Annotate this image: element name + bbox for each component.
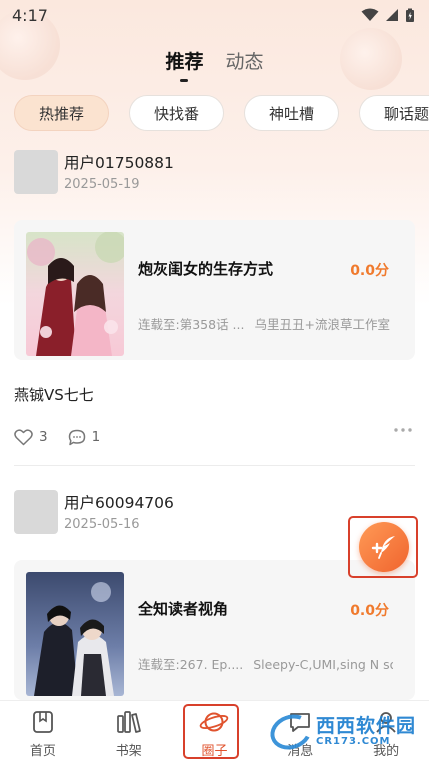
comic-progress: 连载至:第358话 ...: [138, 317, 245, 332]
nav-home[interactable]: 首页: [0, 701, 86, 763]
chip-find-anime[interactable]: 快找番: [129, 95, 225, 131]
status-icons: [361, 8, 415, 23]
comic-cover-art: [26, 232, 124, 356]
bookshelf-icon: [116, 709, 142, 735]
chip-hot-recommend[interactable]: 热推荐: [14, 95, 110, 131]
comment-count: 1: [91, 429, 101, 445]
comic-cover: [26, 572, 124, 696]
comment-button[interactable]: 1: [68, 429, 101, 446]
comic-cover: [26, 232, 124, 356]
more-options-icon[interactable]: [393, 427, 413, 433]
status-time: 4:17: [12, 5, 48, 25]
feather-pen-icon: [371, 536, 395, 559]
category-chips: 热推荐 快找番 神吐槽 聊话题: [14, 95, 429, 131]
tab-dynamic[interactable]: 动态: [226, 47, 264, 74]
fab-highlight-frame: [348, 516, 418, 578]
comic-authors: Sleepy-C,UMI,sing N song: [253, 657, 393, 672]
post-feed: 用户01750881 2025-05-19 炮灰闺女的生存方式 0.0分 连载至…: [0, 150, 429, 700]
message-icon: [288, 709, 312, 735]
comic-info: 连载至:267. Ep.... Sleepy-C,UMI,sing N song: [138, 654, 393, 673]
comic-score: 0.0分: [350, 603, 389, 619]
like-button[interactable]: 3: [14, 428, 48, 446]
username[interactable]: 用户60094706: [64, 491, 174, 513]
heart-icon: [14, 428, 33, 445]
app-screen: 4:17 推荐 动态 热推荐 快找番 神吐槽 聊话题 用户01750881 20…: [0, 0, 429, 763]
top-tabs: 推荐 动态: [0, 40, 429, 82]
planet-icon: [199, 709, 229, 735]
post-header: 用户01750881 2025-05-19: [14, 150, 415, 196]
nav-bookshelf[interactable]: 书架: [86, 701, 172, 763]
profile-icon: [374, 709, 398, 735]
avatar[interactable]: [14, 150, 58, 194]
avatar[interactable]: [14, 490, 58, 534]
comic-card[interactable]: 全知读者视角 0.0分 连载至:267. Ep.... Sleepy-C,UMI,…: [14, 560, 415, 700]
nav-label-message: 消息: [287, 744, 314, 759]
user-meta: 用户60094706 2025-05-16: [64, 490, 174, 532]
comic-progress: 连载至:267. Ep....: [138, 657, 244, 672]
signal-icon: [386, 9, 398, 21]
bottom-nav: 首页 书架 圈子 消息 我的: [0, 700, 429, 763]
username[interactable]: 用户01750881: [64, 151, 174, 173]
comic-card[interactable]: 炮灰闺女的生存方式 0.0分 连载至:第358话 ... 乌里丑丑+流浪草工作室: [14, 220, 415, 360]
status-bar: 4:17: [0, 0, 429, 30]
nav-label-bookshelf: 书架: [115, 744, 142, 759]
comic-info: 连载至:第358话 ... 乌里丑丑+流浪草工作室: [138, 314, 393, 333]
nav-label-profile: 我的: [373, 744, 400, 759]
chip-roast[interactable]: 神吐槽: [244, 95, 340, 131]
comic-authors: 乌里丑丑+流浪草工作室: [254, 317, 390, 332]
post-divider: [14, 465, 415, 466]
post-date: 2025-05-19: [64, 177, 140, 192]
nav-label-home: 首页: [29, 744, 56, 759]
post-actions: 3 1: [14, 425, 415, 449]
battery-icon: [406, 8, 414, 22]
comment-bubble-icon: [68, 429, 85, 445]
nav-profile[interactable]: 我的: [343, 701, 429, 763]
create-post-button[interactable]: [359, 522, 409, 572]
like-count: 3: [39, 429, 48, 445]
nav-circle[interactable]: 圈子: [172, 701, 258, 763]
comic-score: 0.0分: [350, 263, 389, 279]
comic-cover-art: [26, 572, 124, 696]
tab-recommend[interactable]: 推荐: [165, 47, 204, 82]
post-date: 2025-05-16: [64, 517, 140, 532]
chip-topics[interactable]: 聊话题: [359, 95, 429, 131]
post-item: 用户01750881 2025-05-19 炮灰闺女的生存方式 0.0分 连载至…: [0, 150, 429, 466]
home-book-icon: [32, 709, 54, 735]
nav-label-circle: 圈子: [201, 744, 228, 759]
comic-title: 炮灰闺女的生存方式: [138, 260, 274, 278]
nav-message[interactable]: 消息: [257, 701, 343, 763]
user-meta: 用户01750881 2025-05-19: [64, 150, 174, 192]
wifi-icon: [361, 8, 379, 21]
comic-title: 全知读者视角: [138, 600, 229, 618]
post-text: 燕铖VS七七: [14, 386, 94, 404]
